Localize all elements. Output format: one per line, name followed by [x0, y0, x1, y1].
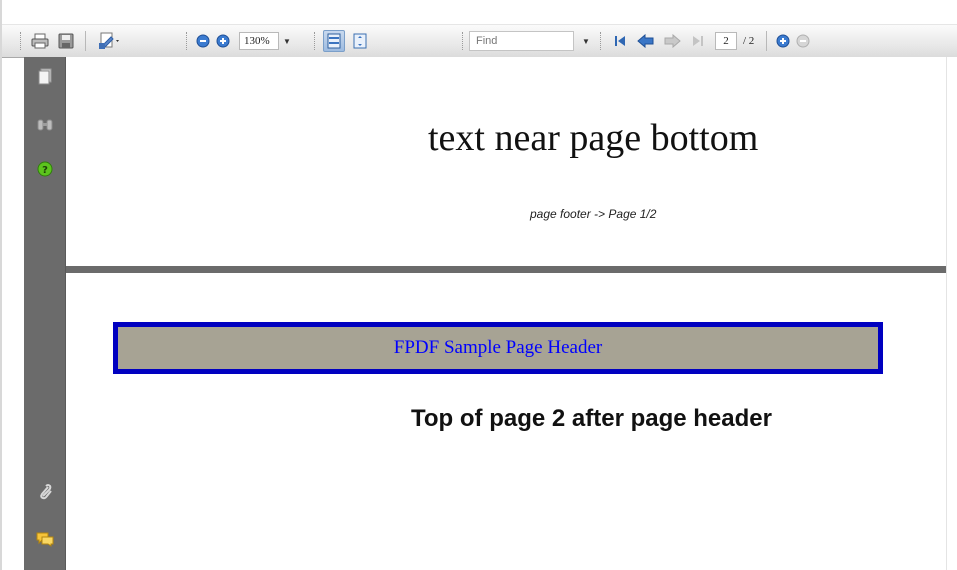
page2-top-text: Top of page 2 after page header: [411, 405, 772, 432]
page1-footer: page footer -> Page 1/2: [530, 207, 657, 221]
last-page-icon[interactable]: [687, 30, 709, 52]
page-total: / 2: [743, 35, 755, 47]
zoom-value: 130%: [244, 35, 270, 47]
toolbar-separator: [766, 31, 768, 51]
page-number-field[interactable]: 2: [715, 32, 737, 50]
fit-page-icon[interactable]: [349, 30, 371, 52]
print-icon[interactable]: [29, 30, 51, 52]
zoom-out-icon[interactable]: [195, 30, 211, 52]
page1-body-text: text near page bottom: [428, 117, 759, 159]
document-right-edge: [946, 57, 957, 570]
fit-width-icon[interactable]: [323, 30, 345, 52]
zoom-plus-icon[interactable]: [775, 30, 791, 52]
page2-header-text: FPDF Sample Page Header: [393, 337, 603, 358]
page-separator: [66, 266, 946, 273]
binoculars-search-icon[interactable]: [33, 113, 57, 137]
window-edge: [0, 0, 2, 570]
toolbar-grip: [20, 32, 23, 50]
zoom-tools-group: 130% ▼: [182, 25, 291, 57]
page2-header-box: FPDF Sample Page Header: [113, 322, 883, 374]
toolbar-grip: [314, 32, 317, 50]
view-tools-group: [310, 25, 373, 57]
help-icon[interactable]: ?: [33, 157, 57, 181]
current-page: 2: [723, 35, 729, 47]
find-placeholder: Find: [476, 35, 498, 47]
prev-page-icon[interactable]: [635, 30, 657, 52]
zoom-minus-icon[interactable]: [795, 30, 811, 52]
file-tools-group: [16, 25, 126, 57]
svg-text:?: ?: [42, 165, 48, 176]
attachment-icon[interactable]: [33, 480, 57, 504]
zoom-in-icon[interactable]: [215, 30, 231, 52]
zoom-level-field[interactable]: 130%: [239, 32, 279, 50]
navigation-pane: ?: [24, 57, 66, 570]
toolbar: 130% ▼ Find ▼ 2 / 2: [2, 24, 957, 58]
pdf-viewer-window: 130% ▼ Find ▼ 2 / 2 ? text near page bot…: [0, 0, 957, 570]
zoom-dropdown-icon[interactable]: ▼: [283, 37, 291, 46]
save-icon[interactable]: [55, 30, 77, 52]
find-input[interactable]: Find: [469, 31, 574, 51]
toolbar-grip: [186, 32, 189, 50]
comments-icon[interactable]: [33, 527, 57, 551]
first-page-icon[interactable]: [609, 30, 631, 52]
toolbar-grip: [462, 32, 465, 50]
find-group: Find ▼: [458, 25, 590, 57]
next-page-icon[interactable]: [661, 30, 683, 52]
sign-icon[interactable]: [94, 30, 124, 52]
page-nav-group: 2 / 2: [596, 25, 813, 57]
pages-icon[interactable]: [33, 65, 57, 89]
toolbar-separator: [85, 31, 86, 51]
find-dropdown-icon[interactable]: ▼: [582, 37, 590, 46]
toolbar-grip: [600, 32, 603, 50]
